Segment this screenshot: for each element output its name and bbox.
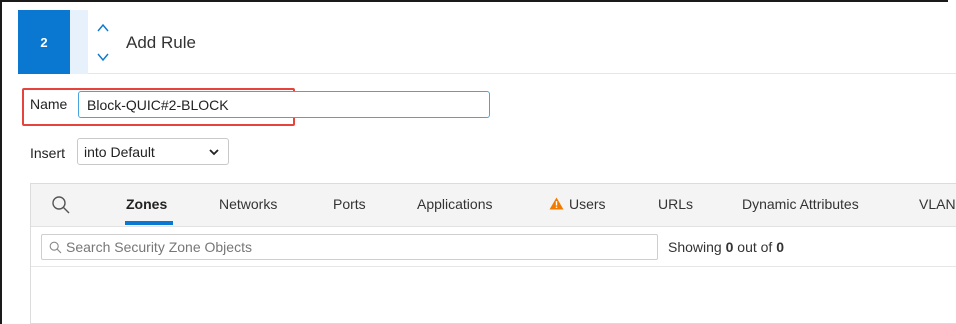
tab-ports[interactable]: Ports bbox=[333, 196, 366, 212]
tab-urls[interactable]: URLs bbox=[658, 196, 693, 212]
condition-tab-bar: Zones Networks Ports Applications Users … bbox=[31, 184, 956, 227]
chevron-down-icon[interactable] bbox=[96, 50, 110, 64]
insert-position-select[interactable]: into Default bbox=[77, 138, 229, 165]
results-prefix: Showing bbox=[668, 239, 726, 255]
warning-icon bbox=[549, 197, 564, 210]
search-icon[interactable] bbox=[51, 195, 71, 215]
condition-tabs-panel: Zones Networks Ports Applications Users … bbox=[30, 183, 956, 324]
insert-select-value: into Default bbox=[84, 144, 155, 160]
list-divider bbox=[31, 266, 956, 267]
step-number-badge: 2 bbox=[18, 10, 70, 74]
insert-label: Insert bbox=[30, 145, 66, 161]
zone-search-input[interactable] bbox=[66, 237, 646, 257]
step-side-strip bbox=[70, 10, 88, 74]
results-count: Showing 0 out of 0 bbox=[668, 239, 784, 255]
tab-users[interactable]: Users bbox=[549, 196, 606, 212]
zone-search-box[interactable] bbox=[41, 234, 658, 260]
tab-users-label: Users bbox=[569, 196, 606, 212]
chevron-up-icon[interactable] bbox=[96, 21, 110, 35]
tab-zones[interactable]: Zones bbox=[126, 196, 167, 212]
page-title: Add Rule bbox=[126, 33, 196, 52]
active-tab-indicator bbox=[125, 221, 173, 225]
results-total: 0 bbox=[776, 239, 784, 255]
rule-name-input[interactable] bbox=[78, 91, 490, 118]
results-middle: out of bbox=[733, 239, 777, 255]
tab-dynamic-attributes[interactable]: Dynamic Attributes bbox=[742, 196, 859, 212]
caret-down-icon bbox=[209, 149, 219, 156]
tab-networks[interactable]: Networks bbox=[219, 196, 277, 212]
search-icon bbox=[49, 241, 62, 254]
name-label: Name bbox=[30, 96, 68, 112]
tab-applications[interactable]: Applications bbox=[417, 196, 493, 212]
tab-vlan[interactable]: VLAN bbox=[919, 196, 956, 212]
rule-header: 2 Add Rule bbox=[18, 10, 956, 74]
